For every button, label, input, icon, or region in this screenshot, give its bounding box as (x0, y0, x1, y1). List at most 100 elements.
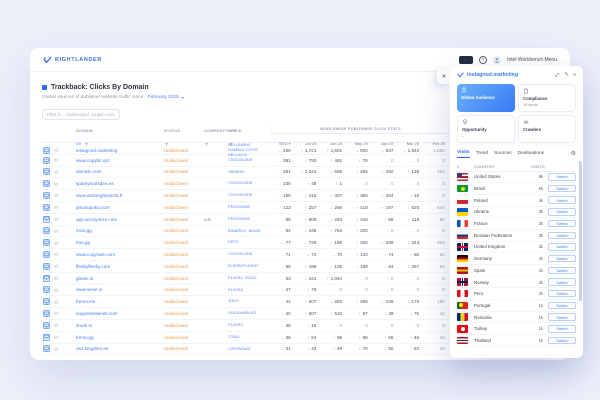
site-preview-icon[interactable] (43, 298, 50, 305)
site-preview-icon[interactable] (43, 239, 50, 246)
eye-icon[interactable] (53, 288, 59, 293)
site-preview-icon[interactable] (43, 286, 50, 293)
filter-input[interactable] (42, 109, 120, 120)
eye-icon[interactable] (53, 311, 59, 316)
eye-icon[interactable] (53, 158, 59, 163)
eye-icon[interactable] (53, 170, 59, 175)
domain-link[interactable]: mow.gg (76, 228, 164, 233)
eye-icon[interactable] (53, 276, 59, 281)
card-global-audience[interactable]: Global Audience– (457, 84, 515, 112)
aff-id-link[interactable]: DRTC (228, 240, 270, 245)
site-preview-icon[interactable] (43, 334, 50, 341)
domain-link[interactable]: fremo.me (76, 299, 164, 304)
site-preview-icon[interactable] (43, 157, 50, 164)
tab-trend[interactable]: Trend (476, 151, 488, 158)
switch-button[interactable]: Switch (548, 196, 576, 204)
site-preview-icon[interactable] (43, 275, 50, 282)
aff-id-link[interactable]: PRICEMINE (228, 205, 270, 210)
domain-link[interactable]: instagood.marketing (76, 148, 164, 153)
domain-link[interactable]: www.copysale.com (76, 252, 164, 257)
help-icon[interactable]: ? (479, 56, 487, 64)
tab-destinations[interactable]: Destinations (518, 151, 544, 158)
aff-id-link[interactable]: HELLANEW, GAMBLE-COVR, HELLACO (228, 143, 270, 157)
switch-button[interactable]: Switch (548, 313, 576, 321)
aff-id-link[interactable]: ITZAU (228, 335, 270, 340)
funnel-icon[interactable] (204, 134, 209, 152)
switch-button[interactable]: Switch (548, 232, 576, 240)
site-preview-icon[interactable] (43, 251, 50, 258)
eye-icon[interactable] (53, 241, 59, 246)
site-preview-icon[interactable] (43, 216, 50, 223)
scrollbar[interactable] (579, 161, 582, 301)
aff-id-link[interactable]: CSGOGUIDE (228, 193, 270, 198)
switch-button[interactable]: Switch (548, 278, 576, 286)
domain-link[interactable]: fremv.gg (76, 335, 164, 340)
site-preview-icon[interactable] (43, 192, 50, 199)
gear-icon[interactable]: ⚙ (571, 150, 576, 157)
site-preview-icon[interactable] (43, 204, 50, 211)
eye-icon[interactable] (53, 229, 59, 234)
filter-on-toggle[interactable]: On (76, 141, 81, 146)
domain-link[interactable]: gleam.io (76, 276, 164, 281)
eye-icon[interactable] (53, 182, 59, 187)
aff-id-link[interactable]: PLAYB2, ROI22 (228, 276, 270, 281)
switch-button[interactable]: Switch (548, 220, 576, 228)
eye-icon[interactable] (53, 300, 59, 305)
user-menu[interactable]: Intel Workbench Menu (507, 57, 557, 63)
eye-icon[interactable] (53, 323, 59, 328)
aff-id-link[interactable]: PLAYB2 (228, 323, 270, 328)
eye-icon[interactable] (53, 217, 59, 222)
tab-sources[interactable]: Sources (494, 151, 512, 158)
switch-button[interactable]: Switch (548, 337, 576, 345)
edit-icon[interactable]: ✎ (564, 72, 569, 78)
aff-id-link[interactable]: CZESNOUN (228, 347, 270, 352)
switch-button[interactable]: Switch (548, 325, 576, 333)
menu-icon[interactable]: ≡ (573, 72, 576, 78)
domain-link[interactable]: alonwin.com (76, 169, 164, 174)
tab-visits[interactable]: Visits (457, 150, 470, 158)
avatar[interactable] (493, 56, 501, 64)
domain-link[interactable]: www.copybit.xyz (76, 158, 164, 163)
domain-link[interactable]: www.amberglepoints.fr (76, 193, 164, 198)
domain-link[interactable]: stude.tv (76, 323, 164, 328)
sort-caret-icon[interactable]: ▾ (289, 141, 291, 146)
site-preview-icon[interactable] (43, 180, 50, 187)
switch-button[interactable]: Switch (548, 267, 576, 275)
card-crawlers[interactable]: Crawlers (518, 115, 576, 143)
domain-link[interactable]: os2.kingdom.ee (76, 346, 164, 351)
domain-link[interactable]: app.anonymize.com (76, 217, 164, 222)
site-preview-icon[interactable] (43, 310, 50, 317)
switch-button[interactable]: Switch (548, 173, 576, 181)
switch-button[interactable]: Switch (548, 243, 576, 251)
aff-id-link[interactable]: CSGOGUIDE (228, 252, 270, 257)
switch-button[interactable]: Switch (548, 185, 576, 193)
aff-id-link[interactable]: GUDGAMBLES (228, 311, 270, 316)
aff-id-link[interactable]: CSGOGUIDE (228, 181, 270, 186)
eye-icon[interactable] (53, 193, 59, 198)
site-preview-icon[interactable] (43, 322, 50, 329)
aff-id-link[interactable]: JOKH (228, 299, 270, 304)
domain-link[interactable]: tma.gg (76, 240, 164, 245)
period-dropdown[interactable]: February 2025 (148, 95, 179, 100)
eye-icon[interactable] (53, 347, 59, 352)
eye-icon[interactable] (53, 252, 59, 257)
aff-id-link[interactable]: PLAYB2 (228, 288, 270, 293)
card-opportunity[interactable]: Opportunity– (457, 115, 515, 143)
switch-button[interactable]: Switch (548, 255, 576, 263)
switch-button[interactable]: Switch (548, 302, 576, 310)
aff-id-link[interactable]: PRICEMINE (228, 217, 270, 222)
eye-icon[interactable] (53, 264, 59, 269)
domain-link[interactable]: privatopoka.com (76, 205, 164, 210)
switch-button[interactable]: Switch (548, 208, 576, 216)
site-preview-icon[interactable] (43, 263, 50, 270)
domain-link[interactable]: fleebyfleeby.com (76, 264, 164, 269)
link-icon[interactable] (554, 72, 560, 78)
stat-column-header[interactable]: MTD▾ (270, 141, 296, 146)
site-preview-icon[interactable] (43, 147, 50, 154)
domain-link[interactable]: sparkymarsden.es (76, 181, 164, 186)
site-preview-icon[interactable] (43, 168, 50, 175)
site-preview-icon[interactable] (43, 227, 50, 234)
aff-id-link[interactable]: FleebyFleeby (228, 264, 270, 269)
workspace-badge[interactable]: ·· (459, 56, 473, 64)
card-compliance[interactable]: Compliance18 alerts (518, 84, 576, 112)
